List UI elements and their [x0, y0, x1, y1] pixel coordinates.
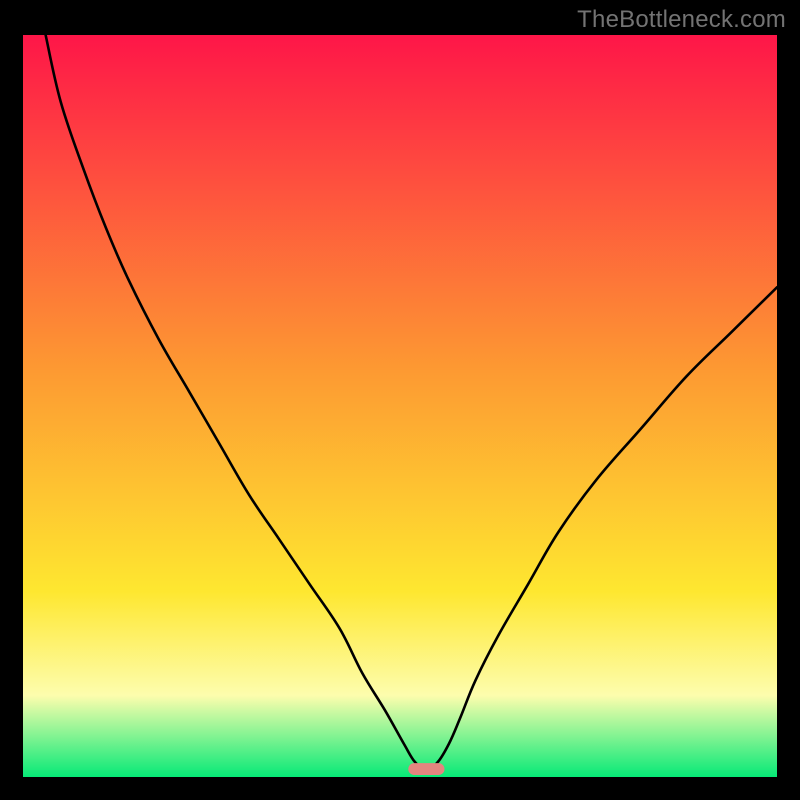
plot-frame — [23, 35, 777, 777]
watermark-text: TheBottleneck.com — [577, 6, 786, 34]
bottleneck-chart — [23, 35, 777, 777]
chart-container: TheBottleneck.com — [0, 0, 800, 800]
plot-background — [23, 35, 777, 777]
optimal-marker — [408, 763, 444, 775]
